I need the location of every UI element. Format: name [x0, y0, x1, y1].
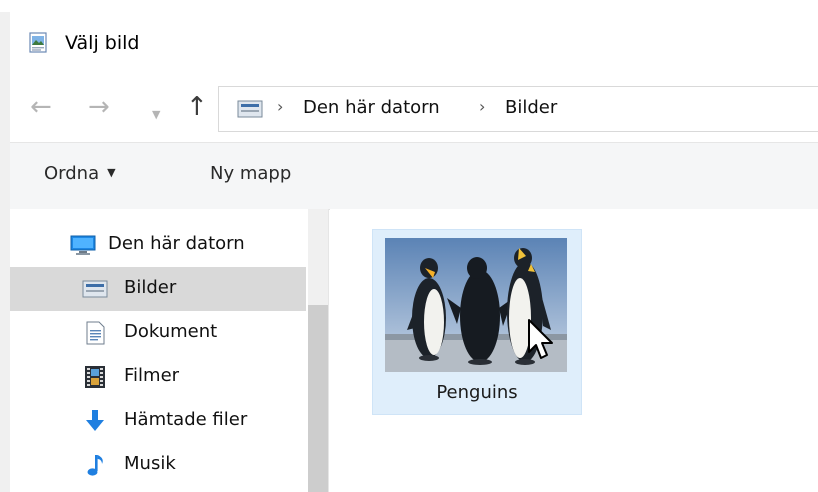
breadcrumb-separator: › — [277, 97, 284, 116]
sidebar-item-videos[interactable]: Filmer — [10, 355, 306, 399]
window-title: Välj bild — [65, 32, 140, 54]
file-name: Penguins — [436, 382, 518, 403]
sidebar-item-label: Hämtade filer — [124, 409, 248, 430]
sidebar-scrollbar-thumb[interactable] — [308, 305, 328, 492]
title-bar: Välj bild — [10, 12, 818, 74]
picture-app-icon — [29, 32, 47, 53]
sidebar-item-this-pc[interactable]: Den här datorn — [10, 223, 306, 267]
file-dialog: Välj bild ← → ▼ ↑ › Den här datorn › Bil… — [10, 12, 818, 492]
pictures-folder-icon — [237, 100, 263, 118]
organize-label: Ordna — [44, 163, 100, 184]
sidebar-item-music[interactable]: Musik — [10, 443, 306, 487]
download-icon — [86, 410, 104, 431]
organize-button[interactable]: Ordna ▼ — [44, 163, 116, 184]
sidebar-item-label: Filmer — [124, 365, 180, 386]
forward-button[interactable]: → — [88, 94, 110, 120]
sidebar-item-label: Den här datorn — [108, 233, 245, 254]
sidebar-item-label: Musik — [124, 453, 176, 474]
computer-icon — [70, 235, 96, 255]
chevron-down-icon: ▼ — [107, 166, 116, 179]
breadcrumb-this-pc[interactable]: Den här datorn — [303, 97, 440, 118]
file-list: Penguins — [330, 209, 818, 492]
navigation-pane: Den här datorn Bilder Dokument Filmer Hä… — [10, 209, 329, 492]
command-bar: Ordna ▼ Ny mapp — [10, 142, 818, 210]
back-button[interactable]: ← — [30, 94, 52, 120]
address-bar[interactable]: › Den här datorn › Bilder — [218, 86, 818, 132]
sidebar-item-documents[interactable]: Dokument — [10, 311, 306, 355]
cropped-top-text — [0, 0, 818, 12]
sidebar-item-downloads[interactable]: Hämtade filer — [10, 399, 306, 443]
breadcrumb-pictures[interactable]: Bilder — [505, 97, 557, 118]
film-icon — [85, 366, 105, 388]
breadcrumb-separator: › — [479, 97, 486, 116]
documents-icon — [86, 321, 105, 345]
recent-locations-dropdown[interactable]: ▼ — [152, 102, 160, 128]
navigation-bar: ← → ▼ ↑ › Den här datorn › Bilder — [10, 74, 818, 140]
sidebar-item-pictures[interactable]: Bilder — [10, 267, 306, 311]
up-button[interactable]: ↑ — [186, 94, 208, 120]
pictures-folder-icon — [82, 280, 108, 298]
sidebar-item-label: Bilder — [124, 277, 177, 298]
new-folder-button[interactable]: Ny mapp — [210, 163, 291, 184]
music-icon — [87, 455, 103, 476]
mouse-cursor-icon — [528, 319, 553, 359]
sidebar-item-label: Dokument — [124, 321, 218, 342]
